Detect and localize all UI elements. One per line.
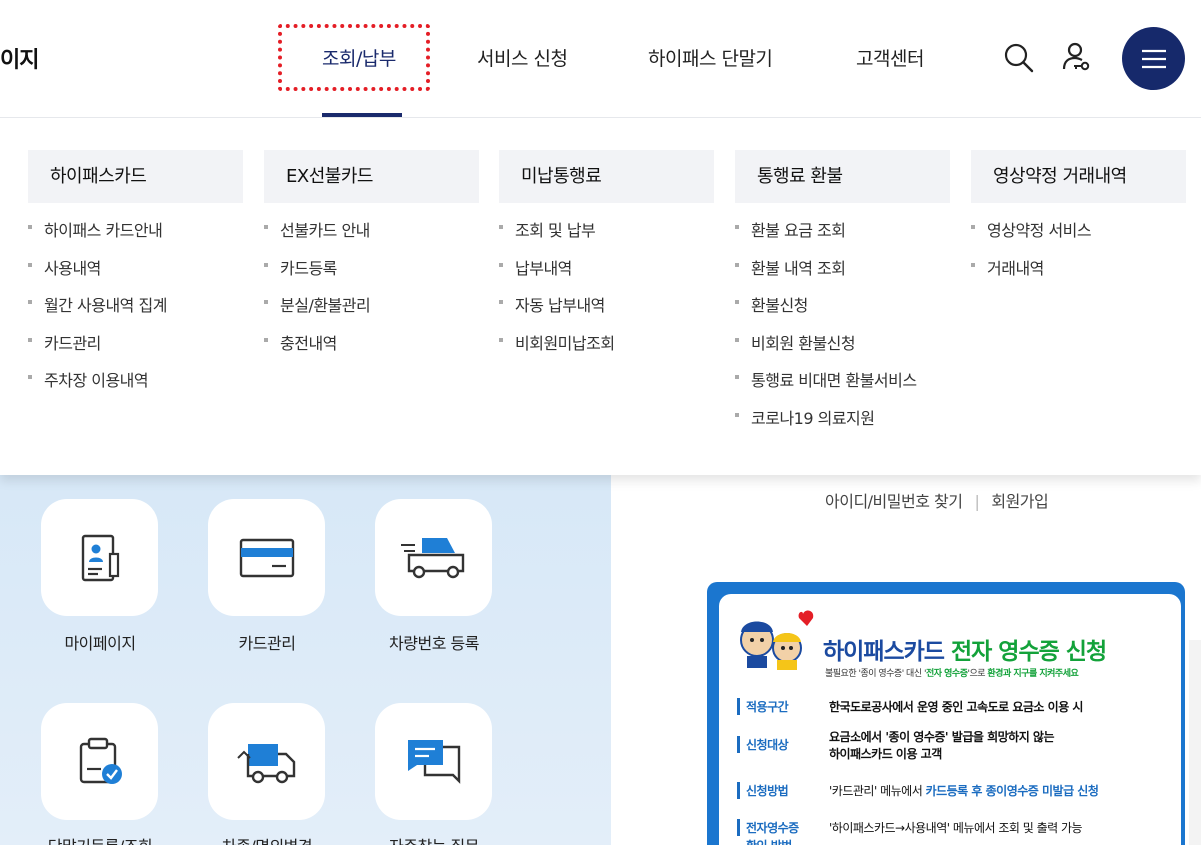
highlight-annotation-box [278, 24, 430, 91]
menu-column-video-contract: 영상약정 거래내역 영상약정 서비스 거래내역 [971, 150, 1186, 292]
user-key-icon[interactable] [1057, 38, 1097, 78]
quick-tile-vehicle-change[interactable] [208, 703, 325, 820]
menu-list: 환불 요금 조회 환불 내역 조회 환불신청 비회원 환불신청 통행료 비대면 … [735, 203, 950, 442]
quick-label: 단말기등록/조회 [20, 833, 180, 845]
menu-item[interactable]: 영상약정 서비스 [971, 217, 1186, 255]
find-id-password-link[interactable]: 아이디/비밀번호 찾기 [825, 492, 963, 511]
menu-column-toll-refund: 통행료 환불 환불 요금 조회 환불 내역 조회 환불신청 비회원 환불신청 통… [735, 150, 950, 442]
menu-item[interactable]: 조회 및 납부 [499, 217, 714, 255]
banner-row-method: 신청방법 '카드관리' 메뉴에서 카드등록 후 종이영수증 미발급 신청 [737, 782, 1099, 799]
menu-item[interactable]: 코로나19 의료지원 [735, 405, 950, 443]
page: 이지 조회/납부 서비스 신청 하이패스 단말기 고객센터 하이패스카드 하이패… [0, 0, 1201, 845]
e-receipt-banner[interactable]: 하이패스카드 전자 영수증 신청 불필요한 '종이 영수증' 대신 '전자 영수… [707, 582, 1185, 845]
logo-text[interactable]: 이지 [0, 42, 39, 74]
quick-tile-card-manage[interactable] [208, 499, 325, 616]
nav-service-apply[interactable]: 서비스 신청 [477, 44, 568, 71]
menu-item[interactable]: 환불 요금 조회 [735, 217, 950, 255]
chat-bubble-icon [407, 739, 460, 784]
menu-item[interactable]: 충전내역 [264, 330, 479, 368]
nav-hipass-terminal[interactable]: 하이패스 단말기 [648, 44, 773, 71]
menu-column-title[interactable]: 영상약정 거래내역 [971, 150, 1186, 203]
menu-column-title[interactable]: 통행료 환불 [735, 150, 950, 203]
mega-dropdown-menu: 하이패스카드 하이패스 카드안내 사용내역 월간 사용내역 집계 카드관리 주차… [0, 118, 1201, 475]
banner-row-target: 신청대상요금소에서 '종이 영수증' 발급을 희망하지 않는 하이패스카드 이용 … [737, 728, 1055, 762]
menu-item[interactable]: 분실/환불관리 [264, 292, 479, 330]
menu-column-hipass-card: 하이패스카드 하이패스 카드안내 사용내역 월간 사용내역 집계 카드관리 주차… [28, 150, 243, 405]
banner-row-receipt: 전자영수증 '하이패스카드→사용내역' 메뉴에서 조회 및 출력 가능 [737, 819, 1083, 836]
side-scroll-area [1189, 640, 1201, 845]
menu-item[interactable]: 카드관리 [28, 330, 243, 368]
signup-link[interactable]: 회원가입 [991, 492, 1048, 511]
quick-tile-vehicle-register[interactable] [375, 499, 492, 616]
divider: | [974, 492, 980, 511]
quick-label: 차량번호 등록 [389, 634, 479, 653]
truck-exchange-icon [236, 743, 295, 783]
banner-subtitle: 불필요한 '종이 영수증' 대신 '전자 영수증'으로 환경과 지구를 지켜주세… [825, 669, 1079, 679]
menu-list: 조회 및 납부 납부내역 자동 납부내역 비회원미납조회 [499, 203, 714, 367]
menu-item[interactable]: 납부내역 [499, 255, 714, 293]
menu-item[interactable]: 카드등록 [264, 255, 479, 293]
menu-list: 하이패스 카드안내 사용내역 월간 사용내역 집계 카드관리 주차장 이용내역 [28, 203, 243, 405]
menu-item[interactable]: 환불신청 [735, 292, 950, 330]
quick-tile-faq[interactable] [375, 703, 492, 820]
clipboard-check-icon [79, 737, 122, 784]
menu-item[interactable]: 비회원미납조회 [499, 330, 714, 368]
menu-column-ex-prepaid-card: EX선불카드 선불카드 안내 카드등록 분실/환불관리 충전내역 [264, 150, 479, 367]
menu-item[interactable]: 환불 내역 조회 [735, 255, 950, 293]
account-links: 아이디/비밀번호 찾기 | 회원가입 [825, 488, 1049, 512]
menu-item[interactable]: 비회원 환불신청 [735, 330, 950, 368]
quick-menu-panel: 마이페이지 카드관리 차량번호 등록 단말기등록/조회 차종/명의변경 자주찾는… [0, 475, 611, 845]
car-icon [400, 537, 464, 578]
menu-item[interactable]: 통행료 비대면 환불서비스 [735, 367, 950, 405]
menu-item[interactable]: 월간 사용내역 집계 [28, 292, 243, 330]
menu-item[interactable]: 하이패스 카드안내 [28, 217, 243, 255]
credit-card-icon [239, 538, 294, 577]
menu-column-title[interactable]: 미납통행료 [499, 150, 714, 203]
banner-row-check: 확인 방법 [737, 837, 829, 845]
quick-label: 자주찾는 질문 [354, 833, 514, 845]
menu-item[interactable]: 자동 납부내역 [499, 292, 714, 330]
menu-list: 선불카드 안내 카드등록 분실/환불관리 충전내역 [264, 203, 479, 367]
menu-column-title[interactable]: EX선불카드 [264, 150, 479, 203]
mascot-icon [740, 610, 814, 670]
quick-label: 마이페이지 [64, 634, 136, 653]
quick-label: 차종/명의변경 [187, 833, 347, 845]
menu-item[interactable]: 주차장 이용내역 [28, 367, 243, 405]
menu-column-unpaid-toll: 미납통행료 조회 및 납부 납부내역 자동 납부내역 비회원미납조회 [499, 150, 714, 367]
menu-column-title[interactable]: 하이패스카드 [28, 150, 243, 203]
menu-item[interactable]: 선불카드 안내 [264, 217, 479, 255]
search-icon[interactable] [999, 38, 1039, 78]
site-header: 이지 조회/납부 서비스 신청 하이패스 단말기 고객센터 [0, 0, 1201, 118]
menu-item[interactable]: 사용내역 [28, 255, 243, 293]
quick-tile-mypage[interactable] [41, 499, 158, 616]
menu-item[interactable]: 거래내역 [971, 255, 1186, 293]
quick-label: 카드관리 [238, 634, 296, 653]
menu-list: 영상약정 서비스 거래내역 [971, 203, 1186, 292]
banner-row-scope: 적용구간 한국도로공사에서 운영 중인 고속도로 요금소 이용 시 [737, 698, 1083, 715]
nav-customer-center[interactable]: 고객센터 [856, 44, 924, 71]
hamburger-menu-icon[interactable] [1122, 27, 1185, 90]
active-nav-underline [322, 113, 402, 117]
quick-tile-terminal-register[interactable] [41, 703, 158, 820]
banner-content: 하이패스카드 전자 영수증 신청 불필요한 '종이 영수증' 대신 '전자 영수… [719, 594, 1181, 845]
id-card-icon [81, 534, 119, 581]
banner-title: 하이패스카드 전자 영수증 신청 [823, 639, 1107, 665]
